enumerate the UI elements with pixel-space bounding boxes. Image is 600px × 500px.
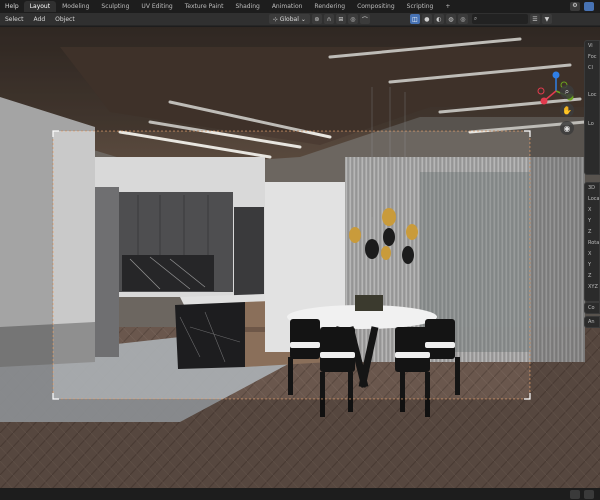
gizmo-x-ball bbox=[540, 97, 548, 105]
proportional-icon: ◎ bbox=[350, 15, 356, 23]
chevron-down-icon: ⌄ bbox=[300, 15, 306, 23]
rotation-z[interactable]: Z bbox=[588, 271, 599, 282]
rendered-icon: ◍ bbox=[448, 15, 454, 23]
annotations-label: An bbox=[588, 319, 595, 325]
location-x[interactable]: X bbox=[588, 205, 599, 216]
shading-wireframe-button[interactable]: ◫ bbox=[409, 14, 420, 24]
3d-cursor-panel[interactable]: 3D Loca X Y Z Rota X Y Z XYZ bbox=[584, 182, 600, 302]
viewport-header: Select Add Object ⊹ Global ⌄ ⊛ ∩ ⊞ ◎ ⌒ ◫… bbox=[0, 13, 600, 26]
tab-modeling[interactable]: Modeling bbox=[56, 1, 95, 12]
solid-icon: ● bbox=[424, 15, 430, 23]
rotation-label: Rota bbox=[588, 240, 600, 246]
shading-solid-button[interactable]: ● bbox=[421, 14, 432, 24]
outliner-search-input[interactable]: ⌕ bbox=[471, 14, 528, 24]
status-info-icon[interactable] bbox=[584, 489, 594, 499]
notification-icon[interactable] bbox=[570, 489, 580, 499]
zoom-icon[interactable]: ⌕ bbox=[560, 85, 574, 99]
3d-cursor-label: 3D bbox=[588, 185, 596, 191]
orientation-icon: ⊹ bbox=[272, 15, 278, 23]
rotation-y[interactable]: Y bbox=[588, 260, 599, 271]
camera-view-icon[interactable]: ◉ bbox=[560, 121, 574, 135]
object-menu[interactable]: Object bbox=[50, 16, 80, 23]
render-scene bbox=[0, 27, 600, 488]
tab-shading[interactable]: Shading bbox=[229, 1, 265, 12]
pivot-point-button[interactable]: ⊛ bbox=[311, 14, 322, 24]
overlay-icon: ◎ bbox=[460, 15, 466, 23]
gizmo-z-ball bbox=[552, 71, 560, 79]
sidebar-panel: Vi Foc Cl Loc Lo 3D Loca X Y Z Rota X Y … bbox=[584, 40, 600, 330]
focal-label: Foc bbox=[588, 54, 597, 60]
tab-scripting[interactable]: Scripting bbox=[401, 1, 440, 12]
lock-label: Lo bbox=[588, 121, 594, 127]
magnet-icon: ∩ bbox=[326, 15, 332, 23]
list-icon: ☰ bbox=[532, 15, 538, 23]
falloff-button[interactable]: ⌒ bbox=[359, 14, 370, 24]
tab-texture-paint[interactable]: Texture Paint bbox=[179, 1, 230, 12]
search-icon: ⌕ bbox=[473, 15, 478, 22]
scene-selector-icon[interactable]: ⚙ bbox=[570, 2, 580, 11]
tab-layout[interactable]: Layout bbox=[23, 1, 57, 12]
annotations-panel[interactable]: An bbox=[584, 316, 600, 328]
transform-orientation-dropdown[interactable]: ⊹ Global ⌄ bbox=[268, 14, 310, 24]
filter-button[interactable]: ▼ bbox=[541, 14, 552, 24]
overlay-button[interactable]: ◎ bbox=[457, 14, 468, 24]
tab-animation[interactable]: Animation bbox=[266, 1, 309, 12]
location-z[interactable]: Z bbox=[588, 227, 599, 238]
shading-material-button[interactable]: ◐ bbox=[433, 14, 444, 24]
snap-target-button[interactable]: ⊞ bbox=[335, 14, 346, 24]
location-y[interactable]: Y bbox=[588, 216, 599, 227]
workspace-tab-bar: Help Layout Modeling Sculpting UV Editin… bbox=[0, 0, 600, 13]
collections-label: Co bbox=[588, 305, 595, 311]
pivot-icon: ⊛ bbox=[314, 15, 320, 23]
tab-sculpting[interactable]: Sculpting bbox=[95, 1, 135, 12]
kitchen-island bbox=[175, 302, 245, 369]
orientation-label: Global bbox=[279, 15, 299, 23]
display-mode-button[interactable]: ☰ bbox=[529, 14, 540, 24]
wireframe-icon: ◫ bbox=[412, 15, 418, 23]
collections-panel[interactable]: Co bbox=[584, 302, 600, 314]
material-icon: ◐ bbox=[436, 15, 442, 23]
view-tab-label: Vi bbox=[588, 43, 593, 49]
clip-label: Cl bbox=[588, 65, 593, 71]
tab-rendering[interactable]: Rendering bbox=[308, 1, 351, 12]
kitchen-backsplash bbox=[122, 255, 214, 291]
tab-compositing[interactable]: Compositing bbox=[351, 1, 401, 12]
shading-rendered-button[interactable]: ◍ bbox=[445, 14, 456, 24]
snap-toggle-button[interactable]: ∩ bbox=[323, 14, 334, 24]
status-bar bbox=[0, 488, 600, 500]
add-workspace-button[interactable]: + bbox=[439, 3, 456, 10]
proportional-edit-button[interactable]: ◎ bbox=[347, 14, 358, 24]
filter-icon: ▼ bbox=[544, 15, 550, 23]
falloff-icon: ⌒ bbox=[361, 16, 368, 24]
pan-hand-icon[interactable]: ✋ bbox=[560, 103, 574, 117]
left-tall-unit bbox=[95, 187, 119, 357]
3d-viewport[interactable]: ⌕ ✋ ◉ bbox=[0, 27, 600, 488]
location-label: Loca bbox=[588, 196, 600, 202]
view-layer-icon[interactable] bbox=[584, 2, 594, 11]
select-menu[interactable]: Select bbox=[0, 16, 29, 23]
gizmo-neg-x bbox=[537, 87, 545, 95]
rotation-x[interactable]: X bbox=[588, 249, 599, 260]
tab-uv-editing[interactable]: UV Editing bbox=[135, 1, 178, 12]
rotation-mode[interactable]: XYZ bbox=[588, 282, 599, 293]
help-menu[interactable]: Help bbox=[0, 3, 24, 10]
local-label: Loc bbox=[588, 92, 597, 98]
view-panel[interactable]: Vi Foc Cl Loc Lo bbox=[584, 40, 600, 175]
grid-icon: ⊞ bbox=[338, 15, 344, 23]
add-menu[interactable]: Add bbox=[29, 16, 51, 23]
